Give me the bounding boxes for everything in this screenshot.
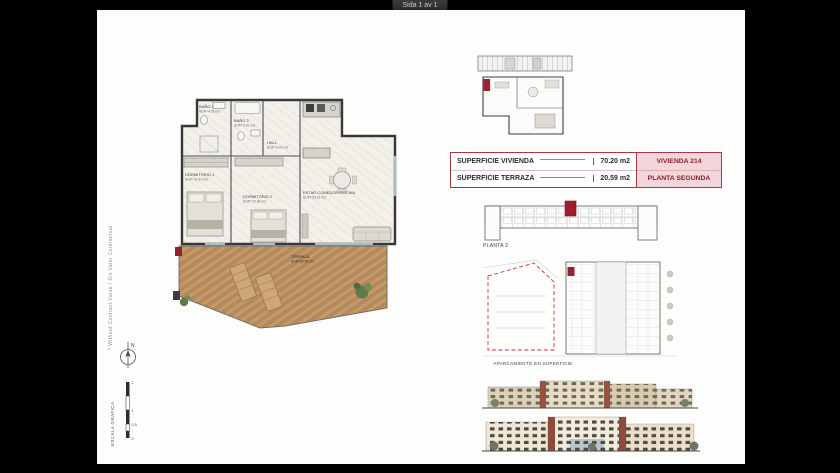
summary-row-terraza: SUPERFICIE TERRAZA 20.59 m2 (451, 171, 636, 188)
accent-band (604, 381, 610, 408)
parking-label: APARCAMIENTO EN SUPERFICIE (493, 361, 573, 366)
building-elevation-rear (482, 416, 700, 452)
unit-floor: PLANTA SEGUNDA (647, 175, 711, 183)
bed-dorm2 (250, 209, 287, 243)
svg-text:SUP=25.14 m2: SUP=25.14 m2 (303, 196, 326, 200)
summary-row-vivienda: SUPERFICIE VIVIENDA 70.20 m2 (451, 153, 636, 171)
surface-summary-table: SUPERFICIE VIVIENDA 70.20 m2 SUPERFICIE … (450, 152, 722, 188)
row-value: 70.20 m2 (593, 157, 630, 165)
kitchen-counter (302, 101, 341, 118)
viewer-background: Sida 1 av 1 * Without Contract Value / S… (0, 0, 840, 473)
svg-text:0: 0 (132, 437, 134, 441)
svg-text:SUP=11.41 m2: SUP=11.41 m2 (185, 178, 208, 182)
scale-label: ESCALA GRAFICA (110, 401, 115, 446)
svg-text:BAÑO 1: BAÑO 1 (199, 104, 214, 109)
row-value: 20.59 m2 (593, 175, 630, 183)
unit-marker (567, 267, 575, 276)
highlighted-unit (564, 200, 577, 217)
accent-band (548, 417, 555, 451)
accent-band (619, 417, 626, 451)
window-grid (488, 381, 692, 408)
parking-site-plan (481, 259, 678, 357)
wardrobe-dorm2 (234, 157, 284, 167)
unit-highlight (483, 79, 491, 91)
svg-text:2: 2 (132, 381, 134, 385)
svg-text:ESTAR-COMEDOR-COCINA: ESTAR-COMEDOR-COCINA (303, 190, 355, 195)
kitchen-island (302, 147, 331, 159)
svg-text:SUP=3.91 m2: SUP=3.91 m2 (234, 124, 255, 128)
scale-bar: ESCALA GRAFICA 2 1 0.5 0 (110, 376, 139, 446)
unit-identity-cell: VIVIENDA 214 PLANTA SEGUNDA (637, 153, 721, 187)
trees (666, 270, 674, 342)
building-elevation-front (482, 380, 698, 409)
summary-rows: SUPERFICIE VIVIENDA 70.20 m2 SUPERFICIE … (451, 153, 637, 187)
row-label: SUPERFICIE VIVIENDA (457, 157, 535, 165)
apartment-floorplan: BAÑO 1 SUP=4.02 m2 BAÑO 2 SUP=3.91 m2 HA… (173, 98, 397, 329)
svg-text:DORMITORIO 1: DORMITORIO 1 (185, 172, 215, 177)
planta-label: PLANTA 2 (483, 243, 509, 249)
tv-unit (301, 213, 309, 239)
svg-text:BAÑO 2: BAÑO 2 (234, 118, 249, 123)
unit-name: VIVIENDA 214 (637, 153, 721, 171)
unit-plan (482, 76, 564, 135)
section-strip (477, 55, 573, 72)
svg-text:HALL: HALL (267, 140, 278, 145)
svg-text:TERRAZA: TERRAZA (291, 254, 310, 259)
north-letter: N (131, 343, 135, 349)
plot-boundary (487, 262, 555, 351)
svg-text:DORMITORIO 2: DORMITORIO 2 (243, 194, 273, 199)
location-detail-plan (477, 55, 573, 135)
scale-graphic: 2 1 0.5 0 (125, 381, 137, 441)
plot-lines (496, 295, 546, 329)
svg-text:1: 1 (132, 409, 134, 413)
side-note: * Without Contract Value / Sin Valor Con… (108, 225, 114, 350)
svg-text:SUP=4.02 m2: SUP=4.02 m2 (199, 110, 220, 114)
svg-text:0.5: 0.5 (132, 423, 137, 427)
compass-icon: N (120, 342, 136, 368)
leader-line (540, 176, 586, 178)
svg-text:SUP=10.36 m2: SUP=10.36 m2 (243, 200, 266, 204)
svg-text:SUP=3.41 m2: SUP=3.41 m2 (267, 146, 288, 150)
svg-text:SUP=20.59 m2: SUP=20.59 m2 (291, 260, 314, 264)
entrance-marker (175, 247, 182, 256)
sofa (352, 226, 392, 242)
page-indicator-text: Sida 1 av 1 (402, 2, 438, 9)
leader-line (540, 159, 586, 161)
accent-band (540, 381, 546, 408)
parking-building (565, 261, 661, 355)
row-label: SUPERFICIE TERRAZA (457, 175, 535, 183)
document-page: * Without Contract Value / Sin Valor Con… (97, 10, 745, 464)
utility-marker (173, 291, 180, 300)
scale-ticks: 2 1 0.5 0 (132, 381, 137, 441)
planta2-key-plan (484, 200, 658, 241)
bed-dorm1 (186, 191, 224, 237)
